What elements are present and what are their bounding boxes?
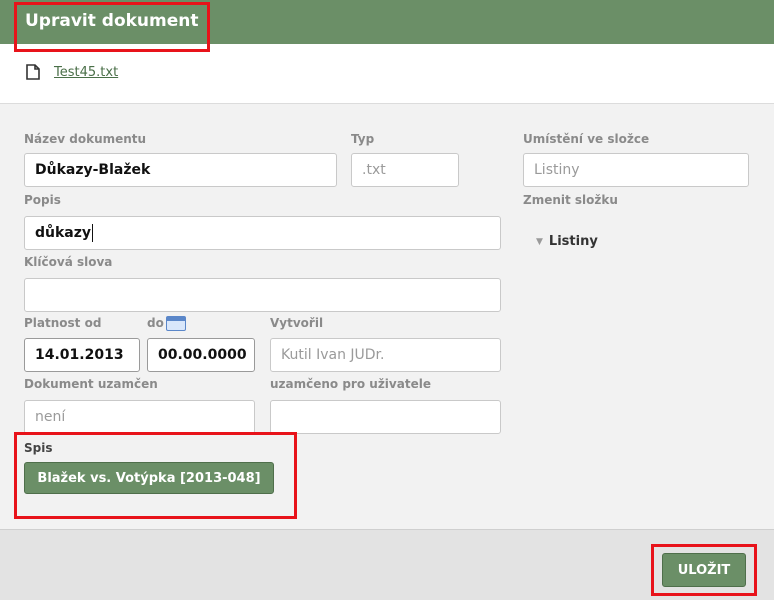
folder-tree-item[interactable]: ▼ Listiny	[536, 234, 598, 249]
locked-for-label: uzamčeno pro uživatele	[270, 377, 431, 391]
case-button[interactable]: Blažek vs. Votýpka [2013-048]	[24, 462, 274, 494]
dialog-title: Upravit dokument	[25, 11, 199, 31]
file-icon	[26, 64, 40, 80]
save-button[interactable]: ULOŽIT	[662, 553, 746, 587]
locked-for-field[interactable]	[270, 400, 501, 434]
valid-to-label: do	[147, 316, 164, 330]
locked-field: není	[24, 400, 255, 434]
calendar-icon[interactable]	[166, 316, 186, 331]
type-label: Typ	[351, 132, 375, 146]
folder-tree-label: Listiny	[548, 234, 598, 249]
keywords-label: Klíčová slova	[24, 255, 113, 269]
dialog-header: Upravit dokument	[0, 0, 774, 44]
type-field: .txt	[351, 153, 459, 187]
valid-from-label: Platnost od	[24, 316, 102, 330]
keywords-field[interactable]	[24, 278, 501, 312]
dialog-footer	[0, 529, 774, 600]
description-field[interactable]: důkazy	[24, 216, 501, 250]
text-cursor	[92, 224, 94, 242]
description-label: Popis	[24, 193, 61, 207]
created-by-label: Vytvořil	[270, 316, 324, 330]
case-label: Spis	[24, 441, 53, 455]
location-field: Listiny	[523, 153, 749, 187]
locked-label: Dokument uzamčen	[24, 377, 158, 391]
valid-from-field[interactable]: 14.01.2013	[24, 338, 140, 372]
file-link[interactable]: Test45.txt	[54, 65, 118, 80]
description-value: důkazy	[35, 225, 92, 241]
file-row: Test45.txt	[26, 60, 118, 84]
created-by-field: Kutil Ivan JUDr.	[270, 338, 501, 372]
location-label: Umístění ve složce	[523, 132, 650, 146]
change-folder-label: Zmenit složku	[523, 193, 618, 207]
caret-down-icon: ▼	[536, 236, 543, 247]
name-field[interactable]: Důkazy-Blažek	[24, 153, 337, 187]
valid-to-field[interactable]: 00.00.0000	[147, 338, 255, 372]
name-label: Název dokumentu	[24, 132, 147, 146]
